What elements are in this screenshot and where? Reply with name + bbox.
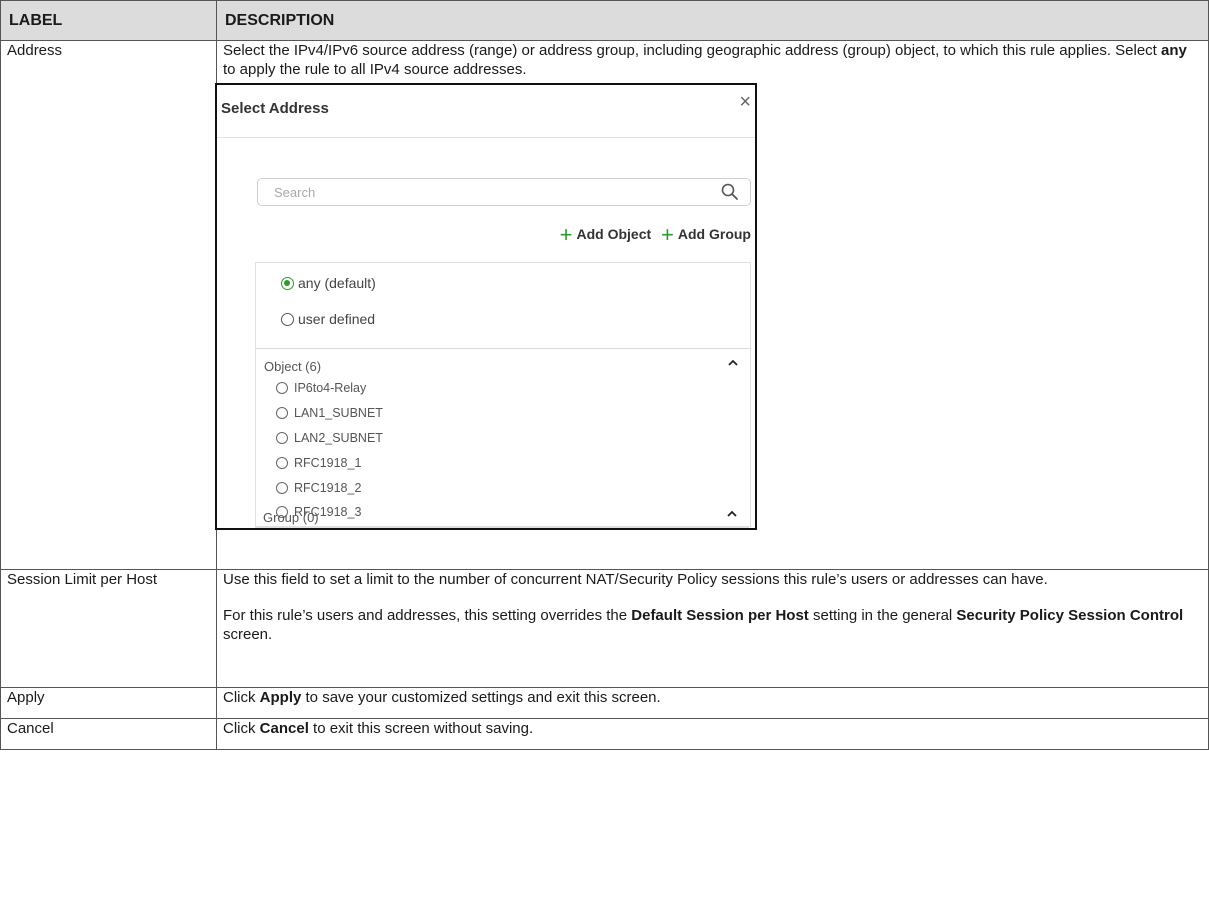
object-section-header[interactable]: Object (6) [264,357,742,376]
add-object-button[interactable]: + Add Object [560,224,652,246]
object-item[interactable]: LAN1_SUBNET [276,404,383,423]
description-table: LABEL DESCRIPTION Address Select the IPv… [0,0,1209,750]
table-row-apply: Apply Click Apply to save your customize… [0,687,1209,719]
chevron-up-icon[interactable] [725,509,739,519]
radio-icon [276,457,288,469]
add-group-button[interactable]: + Add Group [661,224,751,246]
panel-divider [256,348,750,349]
row-description: Use this field to set a limit to the num… [216,569,1209,688]
table-row-cancel: Cancel Click Cancel to exit this screen … [0,718,1209,750]
dialog-divider [217,137,755,138]
radio-selected-icon [281,277,294,290]
radio-icon [276,432,288,444]
row-description: Select the IPv4/IPv6 source address (ran… [215,40,1209,570]
radio-any-default[interactable]: any (default) [281,274,376,293]
description-column-header: DESCRIPTION [216,0,1209,41]
search-icon[interactable] [720,182,740,202]
object-item[interactable]: IP6to4-Relay [276,379,366,398]
group-divider [255,527,749,528]
address-selection-panel: any (default) user defined Object (6) IP… [255,262,751,527]
radio-icon [281,313,294,326]
radio-user-defined[interactable]: user defined [281,310,375,329]
row-label: Cancel [0,718,217,750]
session-description-p2: For this rule’s users and addresses, thi… [223,607,1184,643]
plus-icon: + [559,222,573,247]
radio-icon [276,482,288,494]
radio-icon [276,382,288,394]
table-row-session-limit: Session Limit per Host Use this field to… [0,569,1209,688]
row-description: Click Apply to save your customized sett… [216,687,1209,719]
label-column-header: LABEL [0,0,217,41]
close-icon[interactable]: × [739,92,751,112]
row-label: Apply [0,687,217,719]
dialog-actions: + Add Object + Add Group [560,224,751,246]
dialog-title: Select Address [221,100,329,117]
group-section-header[interactable]: Group (0) [263,508,741,527]
row-label: Address [0,40,217,570]
search-input[interactable] [272,184,696,201]
object-item[interactable]: LAN2_SUBNET [276,429,383,448]
radio-icon [276,407,288,419]
session-description-p1: Use this field to set a limit to the num… [223,571,1048,588]
object-item[interactable]: RFC1918_2 [276,479,361,498]
plus-icon: + [661,222,674,247]
row-label: Session Limit per Host [0,569,217,688]
table-row-address: Address Select the IPv4/IPv6 source addr… [0,40,1209,570]
chevron-up-icon[interactable] [726,358,740,368]
search-box[interactable] [257,178,751,206]
object-item[interactable]: RFC1918_1 [276,454,361,473]
select-address-dialog: Select Address × +Add Object +Add Group [215,83,757,530]
row-description: Click Cancel to exit this screen without… [216,718,1209,750]
address-description-text: Select the IPv4/IPv6 source address (ran… [223,42,1187,78]
table-header-row: LABEL DESCRIPTION [0,0,1209,41]
